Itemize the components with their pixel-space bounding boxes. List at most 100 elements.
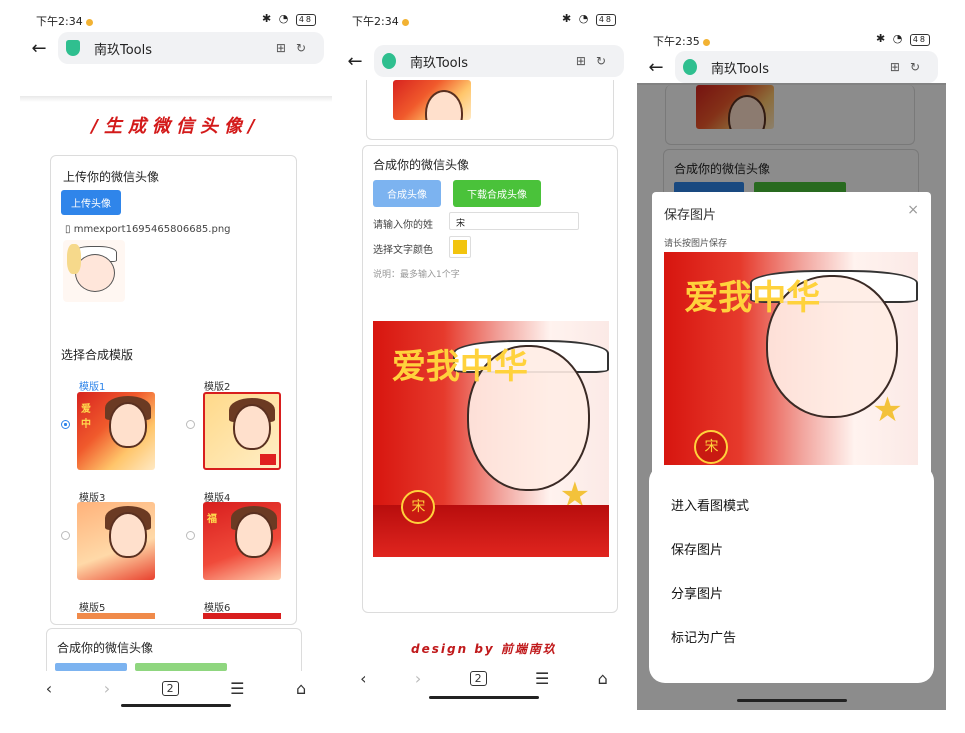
refresh-icon[interactable]: ↻ [910, 60, 930, 74]
page-title: 南玖Tools [410, 55, 469, 71]
back-arrow-icon[interactable]: ← [20, 38, 58, 59]
screen-compose: 下午2:34 ✱ ◔ 48 ← 南玖Tools ⊞↻ 合成你的微信头像 合成头像… [336, 0, 632, 733]
calligraphy-text: 爱我中华 [684, 277, 821, 318]
battery-icon: 48 [595, 14, 616, 26]
tabs-icon[interactable]: 2 [161, 680, 179, 696]
home-indicator [429, 696, 539, 699]
template-thumb-4[interactable]: 福 [203, 502, 281, 580]
notification-dot [85, 18, 93, 26]
save-image-dialog: 保存图片 × 请长按图片保存 爱我中华 ★ 宋 [652, 192, 931, 492]
sheet-item-save-image[interactable]: 保存图片 [671, 529, 912, 573]
nav-back-icon[interactable]: ‹ [46, 679, 52, 698]
address-bar: ← 南玖Tools ⊞↻ [637, 51, 946, 83]
dialog-title: 保存图片 [664, 208, 717, 223]
template-label-1: 模版1 [79, 382, 106, 393]
battery-icon: 48 [295, 14, 316, 26]
wifi-icon: ◔ [278, 12, 291, 25]
status-bar: 下午2:34 ✱ ◔ 48 [20, 0, 332, 30]
calligraphy-text: 爱我中华 [391, 347, 528, 388]
home-indicator [121, 704, 231, 707]
action-sheet: 进入看图模式 保存图片 分享图片 标记为广告 [649, 465, 934, 683]
template-title: 选择合成模版 [61, 348, 134, 362]
template-radio-3[interactable] [61, 531, 70, 540]
star-icon: ★ [872, 390, 903, 430]
page-title: 南玖Tools [94, 42, 153, 58]
menu-icon[interactable]: ☰ [535, 669, 549, 688]
color-swatch [453, 240, 467, 254]
template-label-5: 模版5 [79, 603, 106, 614]
refresh-icon[interactable]: ↻ [596, 54, 616, 68]
template-thumb-1[interactable]: 爱中 [77, 392, 155, 470]
color-picker[interactable] [449, 236, 471, 258]
download-button[interactable]: 下载合成头像 [453, 180, 541, 207]
url-field[interactable]: 南玖Tools ⊞↻ [58, 32, 324, 64]
file-icon: ▯ [65, 224, 71, 235]
compose-title: 合成你的微信头像 [57, 641, 154, 655]
surname-seal: 宋 [694, 429, 729, 464]
bookmark-icon[interactable]: ⊞ [890, 60, 910, 74]
uploaded-filename: mmexport1695465806685.png [73, 224, 231, 235]
home-indicator [736, 699, 847, 702]
sheet-item-view-mode[interactable]: 进入看图模式 [671, 485, 912, 529]
bluetooth-icon: ✱ [261, 12, 274, 25]
template-thumb-3[interactable] [77, 502, 155, 580]
bottom-nav: ‹ › 2 ☰ ⌂ [20, 671, 332, 705]
divider [20, 96, 332, 102]
surname-label: 请输入你的姓 [373, 220, 433, 231]
menu-icon[interactable]: ☰ [230, 679, 244, 698]
composed-avatar-image: 爱我中华 ★ 宋 [373, 321, 609, 557]
banner-title: /生成微信头像/ [91, 116, 261, 137]
shield-icon [683, 59, 697, 75]
compose-title: 合成你的微信头像 [373, 158, 470, 172]
nav-forward-icon[interactable]: › [104, 679, 110, 698]
close-icon[interactable]: × [907, 202, 919, 218]
address-bar: ← 南玖Tools ⊞↻ [20, 30, 332, 66]
refresh-icon[interactable]: ↻ [296, 41, 316, 55]
previous-card [366, 80, 614, 140]
save-preview-image[interactable]: 爱我中华 ★ 宋 [664, 252, 918, 482]
bluetooth-icon: ✱ [875, 32, 888, 45]
upload-title: 上传你的微信头像 [63, 170, 160, 184]
input-note: 说明：最多输入1个字 [373, 270, 460, 280]
notification-dot [401, 18, 409, 26]
template-radio-1[interactable] [61, 420, 70, 429]
footer-credit: design by 前端南玖 [411, 642, 557, 656]
back-arrow-icon[interactable]: ← [637, 57, 675, 78]
template-radio-4[interactable] [186, 531, 195, 540]
back-arrow-icon[interactable]: ← [336, 51, 374, 72]
template-label-6: 模版6 [204, 603, 231, 614]
battery-icon: 48 [909, 34, 930, 46]
template-radio-2[interactable] [186, 420, 195, 429]
url-field[interactable]: 南玖Tools ⊞↻ [675, 51, 938, 83]
status-bar: 下午2:34 ✱ ◔ 48 [336, 0, 632, 30]
nav-forward-icon[interactable]: › [415, 669, 421, 688]
upload-button[interactable]: 上传头像 [61, 190, 121, 215]
url-field[interactable]: 南玖Tools ⊞↻ [374, 45, 624, 77]
bookmark-icon[interactable]: ⊞ [276, 41, 296, 55]
compose-button[interactable]: 合成头像 [373, 180, 441, 207]
flag-icon [260, 454, 276, 465]
tabs-icon[interactable]: 2 [469, 670, 487, 686]
page-title: 南玖Tools [711, 61, 770, 77]
bookmark-icon[interactable]: ⊞ [576, 54, 596, 68]
template-thumb-selected [393, 80, 471, 120]
template-thumb-2[interactable] [203, 392, 281, 470]
surname-input[interactable]: 宋 [449, 212, 579, 230]
sheet-item-mark-ad[interactable]: 标记为广告 [671, 617, 912, 661]
upload-card: 上传你的微信头像 上传头像 ▯ mmexport1695465806685.pn… [50, 155, 297, 625]
color-label: 选择文字颜色 [373, 245, 433, 256]
home-icon[interactable]: ⌂ [296, 679, 306, 698]
wifi-icon: ◔ [578, 12, 591, 25]
home-icon[interactable]: ⌂ [598, 669, 608, 688]
dialog-hint: 请长按图片保存 [664, 239, 728, 249]
notification-dot [702, 38, 710, 46]
bluetooth-icon: ✱ [561, 12, 574, 25]
screen-upload: 下午2:34 ✱ ◔ 48 ← 南玖Tools ⊞↻ /生成微信头像/ 上传你的… [20, 0, 332, 733]
avatar-preview [63, 240, 125, 302]
nav-back-icon[interactable]: ‹ [360, 669, 366, 688]
address-bar: ← 南玖Tools ⊞↻ [336, 45, 632, 77]
sheet-item-share-image[interactable]: 分享图片 [671, 573, 912, 617]
compose-card: 合成你的微信头像 合成头像 下载合成头像 请输入你的姓 宋 选择文字颜色 说明：… [362, 145, 618, 613]
shield-icon [66, 40, 80, 56]
template-label-2: 模版2 [204, 382, 231, 393]
